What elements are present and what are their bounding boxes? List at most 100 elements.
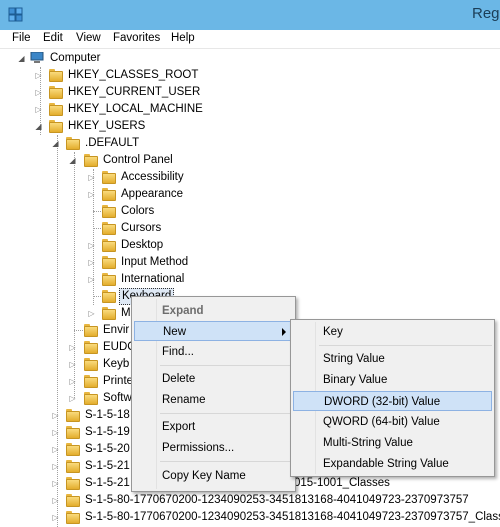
- collapsed-arrow-icon[interactable]: ▷: [51, 424, 60, 441]
- collapsed-arrow-icon[interactable]: ▷: [87, 305, 96, 322]
- folder-icon: [84, 324, 98, 337]
- collapsed-arrow-icon[interactable]: ▷: [68, 390, 77, 407]
- expand-arrow-icon[interactable]: ◢: [51, 135, 60, 152]
- folder-icon: [102, 171, 116, 184]
- collapsed-arrow-icon[interactable]: ▷: [87, 254, 96, 271]
- submenu-item-expandable-string-value[interactable]: Expandable String Value: [293, 454, 492, 474]
- menu-favorites[interactable]: Favorites: [113, 32, 160, 44]
- menu-item-export[interactable]: Export: [134, 417, 293, 437]
- context-menu: Expand New Find... Delete Rename Export …: [131, 296, 296, 492]
- menu-item-find[interactable]: Find...: [134, 342, 293, 362]
- folder-icon: [66, 409, 80, 422]
- folder-icon: [66, 443, 80, 456]
- expand-arrow-icon[interactable]: ◢: [34, 118, 43, 135]
- tree-label: Softw: [103, 392, 132, 404]
- tree-label: Computer: [50, 52, 101, 64]
- folder-icon: [66, 460, 80, 473]
- collapsed-arrow-icon[interactable]: ▷: [87, 169, 96, 186]
- menu-item-expand[interactable]: Expand: [134, 301, 293, 321]
- folder-icon: [84, 375, 98, 388]
- submenu-item-dword-value[interactable]: DWORD (32-bit) Value: [293, 391, 492, 411]
- computer-icon: [30, 52, 44, 63]
- tree-label: S-1-5-18: [85, 409, 130, 421]
- collapsed-arrow-icon[interactable]: ▷: [87, 271, 96, 288]
- tree-label: HKEY_LOCAL_MACHINE: [68, 103, 203, 115]
- collapsed-arrow-icon[interactable]: ▷: [68, 373, 77, 390]
- menu-separator: [160, 365, 293, 366]
- submenu-item-string-value[interactable]: String Value: [293, 349, 492, 369]
- tree-label: Control Panel: [103, 154, 173, 166]
- tree-label: Appearance: [121, 188, 184, 200]
- menu-item-label: Delete: [162, 373, 196, 385]
- tree-label: S-1-5-19: [85, 426, 130, 438]
- menu-item-label: Key: [323, 326, 343, 338]
- folder-icon: [49, 103, 63, 116]
- tree-label: S-1-5-21: [85, 477, 130, 489]
- tree-label: S-1-5-21: [85, 460, 130, 472]
- menu-item-delete[interactable]: Delete: [134, 369, 293, 389]
- submenu-item-multi-string-value[interactable]: Multi-String Value: [293, 433, 492, 453]
- menu-item-copy-key-name[interactable]: Copy Key Name: [134, 466, 293, 486]
- menu-item-new[interactable]: New: [134, 321, 293, 341]
- submenu-arrow-icon: [282, 328, 286, 336]
- tree-label: Cursors: [121, 222, 162, 234]
- folder-icon: [102, 307, 116, 320]
- menu-separator: [319, 345, 492, 346]
- submenu-item-qword-value[interactable]: QWORD (64-bit) Value: [293, 412, 492, 432]
- menu-item-label: Expand: [162, 305, 204, 317]
- folder-icon: [66, 511, 80, 524]
- collapsed-arrow-icon[interactable]: ▷: [51, 458, 60, 475]
- tree-label: Accessibility: [121, 171, 184, 183]
- collapsed-arrow-icon[interactable]: ▷: [68, 339, 77, 356]
- regedit-app-icon[interactable]: [8, 6, 24, 22]
- menu-item-label: Permissions...: [162, 442, 235, 454]
- folder-icon: [66, 477, 80, 490]
- menu-bar: File Edit View Favorites Help: [0, 30, 500, 49]
- menu-separator: [160, 413, 293, 414]
- folder-icon: [102, 256, 116, 269]
- collapsed-arrow-icon[interactable]: ▷: [34, 101, 43, 118]
- tree-label: HKEY_CURRENT_USER: [68, 86, 201, 98]
- submenu-item-key[interactable]: Key: [293, 322, 492, 342]
- menu-item-label: New: [163, 326, 187, 338]
- collapsed-arrow-icon[interactable]: ▷: [87, 237, 96, 254]
- folder-icon: [102, 222, 116, 235]
- collapsed-arrow-icon[interactable]: ▷: [34, 84, 43, 101]
- menu-item-rename[interactable]: Rename: [134, 390, 293, 410]
- collapsed-arrow-icon[interactable]: ▷: [51, 492, 60, 509]
- expand-arrow-icon[interactable]: ◢: [17, 50, 26, 67]
- menu-view[interactable]: View: [76, 32, 101, 44]
- tree-label: Colors: [121, 205, 155, 217]
- tree-label: Envir: [103, 324, 130, 336]
- folder-icon: [66, 426, 80, 439]
- folder-icon: [49, 69, 63, 82]
- folder-icon: [66, 137, 80, 150]
- folder-icon: [102, 205, 116, 218]
- menu-item-label: Rename: [162, 394, 206, 406]
- submenu-item-binary-value[interactable]: Binary Value: [293, 370, 492, 390]
- collapsed-arrow-icon[interactable]: ▷: [51, 407, 60, 424]
- tree-label: S-1-5-80-1770670200-1234090253-345181316…: [85, 494, 469, 506]
- menu-edit[interactable]: Edit: [43, 32, 63, 44]
- expand-arrow-icon[interactable]: ◢: [68, 152, 77, 169]
- collapsed-arrow-icon[interactable]: ▷: [51, 475, 60, 492]
- menu-item-label: Binary Value: [323, 374, 388, 386]
- collapsed-arrow-icon[interactable]: ▷: [68, 356, 77, 373]
- menu-help[interactable]: Help: [171, 32, 195, 44]
- menu-item-permissions[interactable]: Permissions...: [134, 438, 293, 458]
- folder-icon: [84, 358, 98, 371]
- collapsed-arrow-icon[interactable]: ▷: [51, 509, 60, 526]
- collapsed-arrow-icon[interactable]: ▷: [51, 441, 60, 458]
- folder-icon: [66, 494, 80, 507]
- menu-file[interactable]: File: [12, 32, 31, 44]
- folder-icon: [49, 120, 63, 133]
- menu-item-label: Copy Key Name: [162, 470, 246, 482]
- folder-icon: [84, 392, 98, 405]
- menu-item-label: Multi-String Value: [323, 437, 413, 449]
- collapsed-arrow-icon[interactable]: ▷: [34, 67, 43, 84]
- tree-label: S-1-5-20: [85, 443, 130, 455]
- title-bar: Regi: [0, 0, 500, 30]
- collapsed-arrow-icon[interactable]: ▷: [87, 186, 96, 203]
- tree-label: HKEY_CLASSES_ROOT: [68, 69, 199, 81]
- tree-label: S-1-5-80-1770670200-1234090253-345181316…: [85, 511, 500, 523]
